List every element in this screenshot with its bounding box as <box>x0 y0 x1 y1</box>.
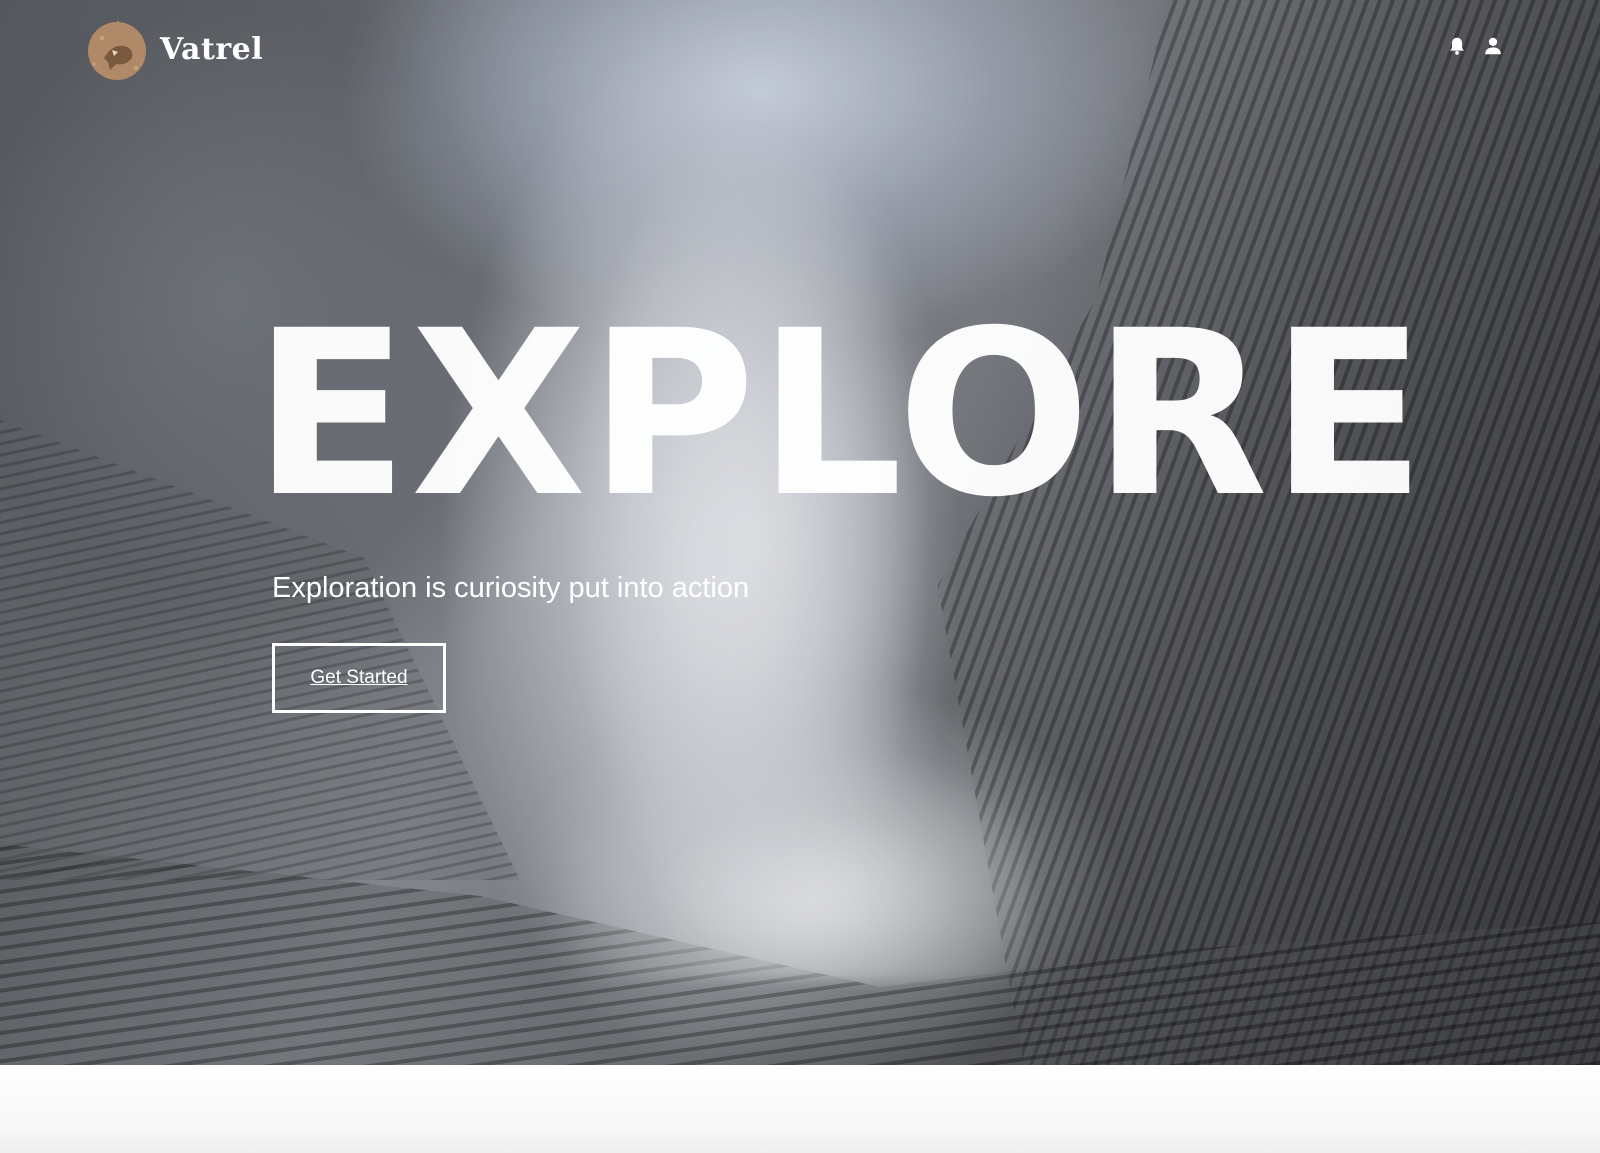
hero-tagline: Exploration is curiosity put into action <box>272 572 750 604</box>
navbar: Vatrel <box>0 0 1600 100</box>
nav-actions <box>1446 35 1504 57</box>
bell-icon[interactable] <box>1446 35 1468 57</box>
landing-page: Vatrel EXPLORE Exploration is curiosity … <box>0 0 1600 1153</box>
mountain-wolf-logo-icon <box>88 20 146 80</box>
brand-home-link[interactable]: Vatrel <box>82 14 263 84</box>
hero-section: Vatrel EXPLORE Exploration is curiosity … <box>0 0 1600 1065</box>
hero-headline: EXPLORE <box>253 281 1428 547</box>
user-icon[interactable] <box>1482 35 1504 57</box>
get-started-button[interactable]: Get Started <box>272 643 446 713</box>
brand-name: Vatrel <box>160 31 264 67</box>
below-fold-section <box>0 1065 1600 1153</box>
